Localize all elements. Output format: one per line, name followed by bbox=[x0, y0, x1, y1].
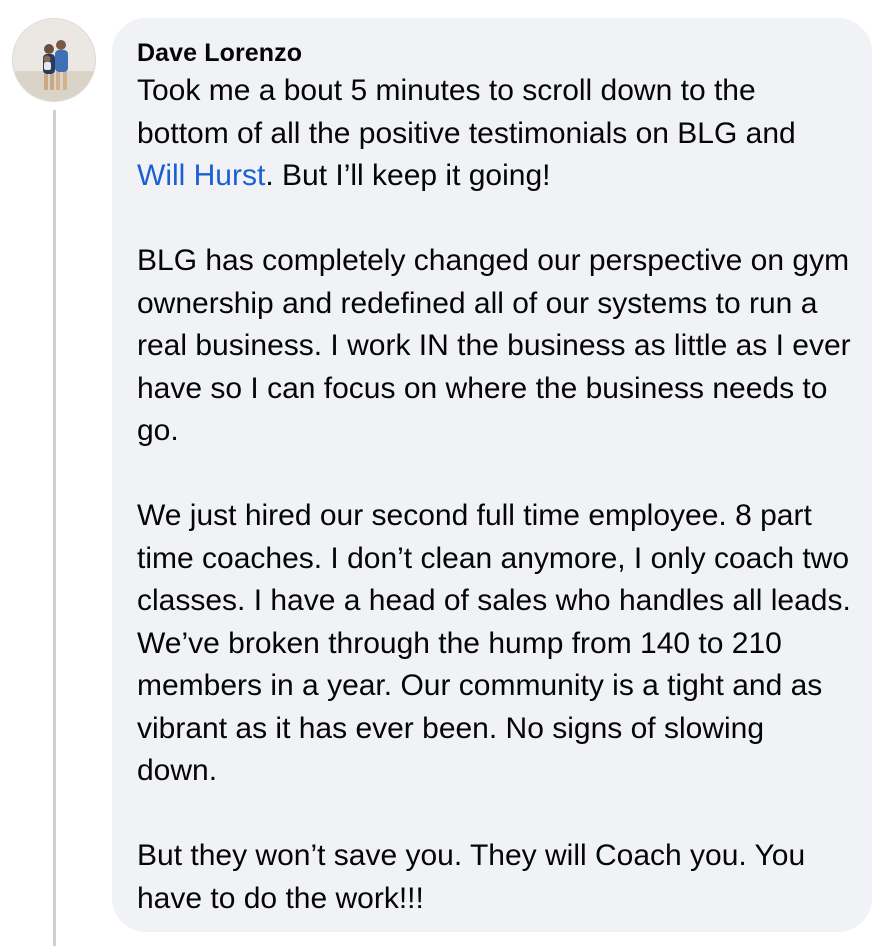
comment-paragraph: BLG has completely changed our perspecti… bbox=[137, 244, 851, 447]
comment-author[interactable]: Dave Lorenzo bbox=[137, 36, 852, 70]
comment-text: . But I’ll keep it going! bbox=[265, 159, 551, 192]
mention-link[interactable]: Will Hurst bbox=[137, 159, 265, 192]
profile-photo-icon bbox=[13, 19, 95, 101]
comment-paragraph: Took me a bout 5 minutes to scroll down … bbox=[137, 70, 852, 198]
comment-paragraph: We just hired our second full time emplo… bbox=[137, 499, 851, 787]
comment-bubble: Dave Lorenzo Took me a bout 5 minutes to… bbox=[112, 18, 872, 932]
comment-body: Took me a bout 5 minutes to scroll down … bbox=[137, 70, 852, 920]
comment-text: Took me a bout 5 minutes to scroll down … bbox=[137, 74, 796, 150]
thread-line bbox=[53, 110, 56, 946]
avatar[interactable] bbox=[12, 18, 96, 102]
comment-paragraph: But they won’t save you. They will Coach… bbox=[137, 839, 806, 915]
